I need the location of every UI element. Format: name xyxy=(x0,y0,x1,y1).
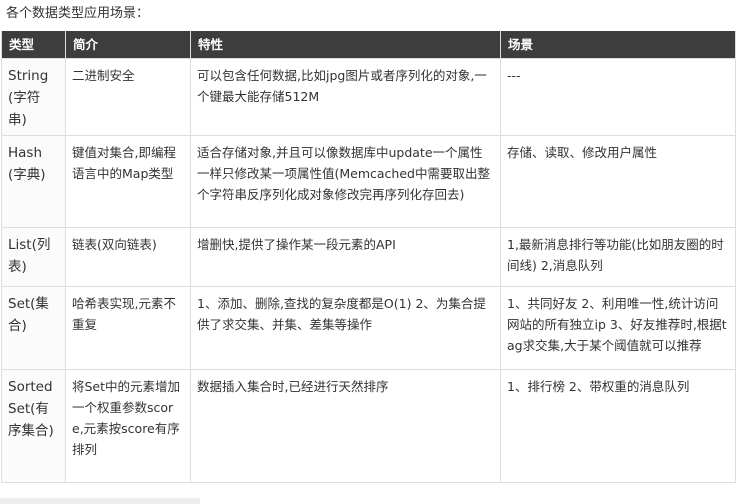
header-feature: 特性 xyxy=(190,31,501,59)
cell-intro: 将Set中的元素增加一个权重参数score,元素按score有序排列 xyxy=(65,369,191,483)
cell-intro: 二进制安全 xyxy=(65,58,191,136)
cell-type: List(列表) xyxy=(1,227,66,287)
table-row: Sorted Set(有序集合) 将Set中的元素增加一个权重参数score,元… xyxy=(1,369,736,483)
cell-scenario: 1、排行榜 2、带权重的消息队列 xyxy=(500,369,736,483)
cell-feature: 可以包含任何数据,比如jpg图片或者序列化的对象,一个键最大能存储512M xyxy=(190,58,501,136)
header-intro: 简介 xyxy=(65,31,191,59)
cell-scenario: 1,最新消息排行等功能(比如朋友圈的时间线) 2,消息队列 xyxy=(500,227,736,287)
cell-intro: 链表(双向链表) xyxy=(65,227,191,287)
table-header-row: 类型 简介 特性 场景 xyxy=(1,31,736,59)
page-caption: 各个数据类型应用场景： xyxy=(6,6,150,21)
cell-scenario: 存储、读取、修改用户属性 xyxy=(500,135,736,228)
header-type: 类型 xyxy=(1,31,66,59)
cell-type: String(字符串) xyxy=(1,58,66,136)
cell-type: Hash(字典) xyxy=(1,135,66,228)
cell-feature: 1、添加、删除,查找的复杂度都是O(1) 2、为集合提供了求交集、并集、差集等操… xyxy=(190,286,501,370)
cell-type: Sorted Set(有序集合) xyxy=(1,369,66,483)
cell-scenario: 1、共同好友 2、利用唯一性,统计访问网站的所有独立ip 3、好友推荐时,根据t… xyxy=(500,286,736,370)
data-types-table: 类型 简介 特性 场景 String(字符串) 二进制安全 可以包含任何数据,比… xyxy=(1,31,736,483)
table-row: List(列表) 链表(双向链表) 增删快,提供了操作某一段元素的API 1,最… xyxy=(1,227,736,287)
cell-intro: 键值对集合,即编程语言中的Map类型 xyxy=(65,135,191,228)
table-row: Set(集合) 哈希表实现,元素不重复 1、添加、删除,查找的复杂度都是O(1)… xyxy=(1,286,736,370)
table-row: String(字符串) 二进制安全 可以包含任何数据,比如jpg图片或者序列化的… xyxy=(1,58,736,136)
table-row: Hash(字典) 键值对集合,即编程语言中的Map类型 适合存储对象,并且可以像… xyxy=(1,135,736,228)
cell-scenario: --- xyxy=(500,58,736,136)
cell-feature: 适合存储对象,并且可以像数据库中update一个属性一样只修改某一项属性值(Me… xyxy=(190,135,501,228)
header-scenario: 场景 xyxy=(500,31,736,59)
cell-intro: 哈希表实现,元素不重复 xyxy=(65,286,191,370)
cell-feature: 增删快,提供了操作某一段元素的API xyxy=(190,227,501,287)
cell-type: Set(集合) xyxy=(1,286,66,370)
bottom-divider xyxy=(0,498,200,504)
cell-feature: 数据插入集合时,已经进行天然排序 xyxy=(190,369,501,483)
